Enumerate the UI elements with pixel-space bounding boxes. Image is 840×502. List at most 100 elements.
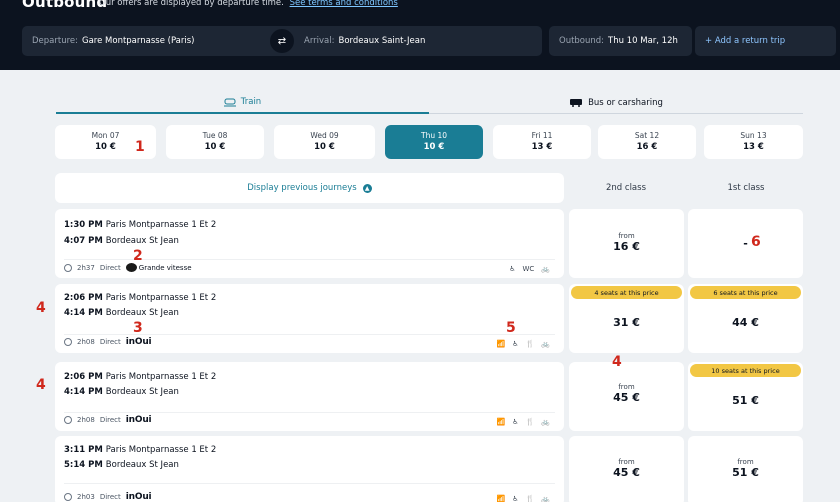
bike-icon: 🚲 [541, 495, 550, 502]
duration: 2h37 [77, 263, 95, 272]
journey-footer: 2h08 Direct inOui [64, 337, 152, 347]
price-first-class[interactable]: 10 seats at this price 51 € [688, 362, 803, 431]
display-previous-journeys-button[interactable]: Display previous journeys ▲ [55, 173, 564, 203]
grande-vitesse-icon [125, 263, 137, 272]
route-field[interactable]: Departure: Gare Montparnasse (Paris) ⇄ Ar… [22, 26, 542, 56]
departure-line: 2:06 PM Paris Montparnasse 1 Et 2 [64, 293, 216, 303]
arrival-value: Bordeaux Saint-Jean [338, 36, 426, 46]
price-second-class[interactable]: from 45 € [569, 362, 684, 431]
price-amount: 51 € [732, 394, 759, 407]
departure-field[interactable]: Departure: Gare Montparnasse (Paris) [32, 36, 195, 46]
journey-type: Direct [99, 416, 121, 424]
price-unavailable: - [743, 237, 748, 250]
inoui-logo: inOui [125, 415, 152, 425]
dep-station: Paris Montparnasse 1 Et 2 [105, 445, 217, 455]
outbound-date-field[interactable]: Outbound: Thu 10 Mar, 12h [549, 26, 692, 56]
second-class-header: 2nd class [606, 183, 646, 193]
wheelchair-icon: ♿ [512, 418, 519, 426]
page-title: Outbound [22, 0, 108, 11]
terms-link[interactable]: See terms and conditions [290, 0, 398, 8]
swap-icon[interactable]: ⇄ [270, 29, 294, 53]
wifi-icon: 📶 [496, 495, 506, 502]
tab-bus[interactable]: Bus or carsharing [429, 92, 803, 114]
inoui-logo: inOui [125, 337, 152, 347]
food-icon: 🍴 [525, 340, 535, 348]
journey-row[interactable]: 1:30 PM Paris Montparnasse 1 Et 2 4:07 PM… [55, 209, 564, 278]
date-day: Thu 10 [420, 131, 447, 140]
date-option-wed[interactable]: Wed 09 10 € [274, 125, 375, 159]
journey-row[interactable]: 3:11 PM Paris Montparnasse 1 Et 2 5:14 PM… [55, 436, 564, 502]
dep-time: 2:06 PM [64, 293, 103, 303]
duration: 2h03 [77, 493, 95, 501]
tab-train[interactable]: Train [56, 92, 429, 114]
duration: 2h08 [77, 338, 95, 346]
price-second-class[interactable]: 4 seats at this price 31 € [569, 284, 684, 353]
arrival-line: 5:14 PM Bordeaux St Jean [64, 460, 179, 470]
price-first-class: - [688, 209, 803, 278]
date-strip: Mon 07 10 € Tue 08 10 € Wed 09 10 € Thu … [55, 125, 803, 159]
food-icon: 🍴 [525, 495, 535, 502]
arr-time: 4:14 PM [64, 308, 103, 318]
annotation-marker: 6 [751, 234, 761, 250]
wheelchair-icon: ♿ [509, 265, 516, 273]
price-amount: 16 € [613, 240, 640, 253]
date-option-sun[interactable]: Sun 13 13 € [704, 125, 803, 159]
date-price: 10 € [314, 142, 335, 152]
food-icon: 🍴 [525, 418, 535, 426]
date-price: 13 € [743, 142, 764, 152]
departure-line: 3:11 PM Paris Montparnasse 1 Et 2 [64, 445, 216, 455]
departure-value: Gare Montparnasse (Paris) [82, 36, 195, 46]
header: Outbound Our offers are displayed by dep… [0, 0, 840, 70]
dep-time: 3:11 PM [64, 445, 103, 455]
date-day: Tue 08 [202, 131, 228, 140]
arr-station: Bordeaux St Jean [105, 387, 179, 397]
from-label: from [737, 458, 754, 466]
journey-footer: 2h08 Direct inOui [64, 415, 152, 425]
date-day: Sat 12 [634, 131, 660, 140]
date-option-thu-selected[interactable]: Thu 10 10 € [385, 125, 483, 159]
arr-station: Bordeaux St Jean [105, 308, 179, 318]
chevron-up-icon: ▲ [362, 183, 372, 193]
departure-label: Departure: [32, 36, 78, 46]
date-price: 10 € [204, 142, 226, 152]
dep-time: 1:30 PM [64, 220, 103, 230]
wifi-icon: 📶 [496, 418, 506, 426]
wc-icon: WC [522, 265, 535, 273]
price-first-class[interactable]: 6 seats at this price 44 € [688, 284, 803, 353]
date-option-fri[interactable]: Fri 11 13 € [493, 125, 591, 159]
seats-badge: 6 seats at this price [690, 286, 801, 299]
date-price: 13 € [531, 142, 553, 152]
dep-station: Paris Montparnasse 1 Et 2 [105, 372, 217, 382]
date-option-tue[interactable]: Tue 08 10 € [166, 125, 264, 159]
arrival-line: 4:14 PM Bordeaux St Jean [64, 387, 179, 397]
amenities: 📶 ♿ 🍴 🚲 [497, 340, 550, 348]
outbound-label: Outbound: [559, 36, 605, 46]
clock-icon [64, 493, 72, 501]
header-subtitle: Our offers are displayed by departure ti… [99, 0, 398, 8]
bike-icon: 🚲 [541, 418, 550, 426]
date-price: 16 € [636, 142, 658, 152]
departure-line: 2:06 PM Paris Montparnasse 1 Et 2 [64, 372, 216, 382]
journey-footer: 2h37 Direct Grande vitesse [64, 263, 192, 272]
add-return-button[interactable]: + Add a return trip [695, 26, 836, 56]
price-second-class[interactable]: from 45 € [569, 436, 684, 502]
divider [64, 412, 555, 413]
inoui-logo: inOui [125, 492, 152, 502]
price-second-class[interactable]: from 16 € [569, 209, 684, 278]
annotation-marker: 1 [135, 139, 145, 155]
arrival-field[interactable]: Arrival: Bordeaux Saint-Jean [304, 36, 425, 46]
date-option-sat[interactable]: Sat 12 16 € [598, 125, 696, 159]
tab-train-label: Train [240, 97, 262, 107]
price-amount: 44 € [732, 316, 759, 329]
price-first-class[interactable]: from 51 € [688, 436, 803, 502]
journey-row[interactable]: 2:06 PM Paris Montparnasse 1 Et 2 4:14 PM… [55, 284, 564, 353]
clock-icon [64, 263, 72, 272]
train-icon [223, 98, 236, 106]
annotation-marker: 4 [36, 300, 46, 316]
outbound-value: Thu 10 Mar, 12h [608, 36, 678, 46]
journey-row[interactable]: 2:06 PM Paris Montparnasse 1 Et 2 4:14 PM… [55, 362, 564, 431]
price-amount: 31 € [613, 316, 640, 329]
departure-line: 1:30 PM Paris Montparnasse 1 Et 2 [64, 220, 216, 230]
annotation-marker: 4 [612, 354, 622, 370]
seats-badge: 4 seats at this price [571, 286, 682, 299]
